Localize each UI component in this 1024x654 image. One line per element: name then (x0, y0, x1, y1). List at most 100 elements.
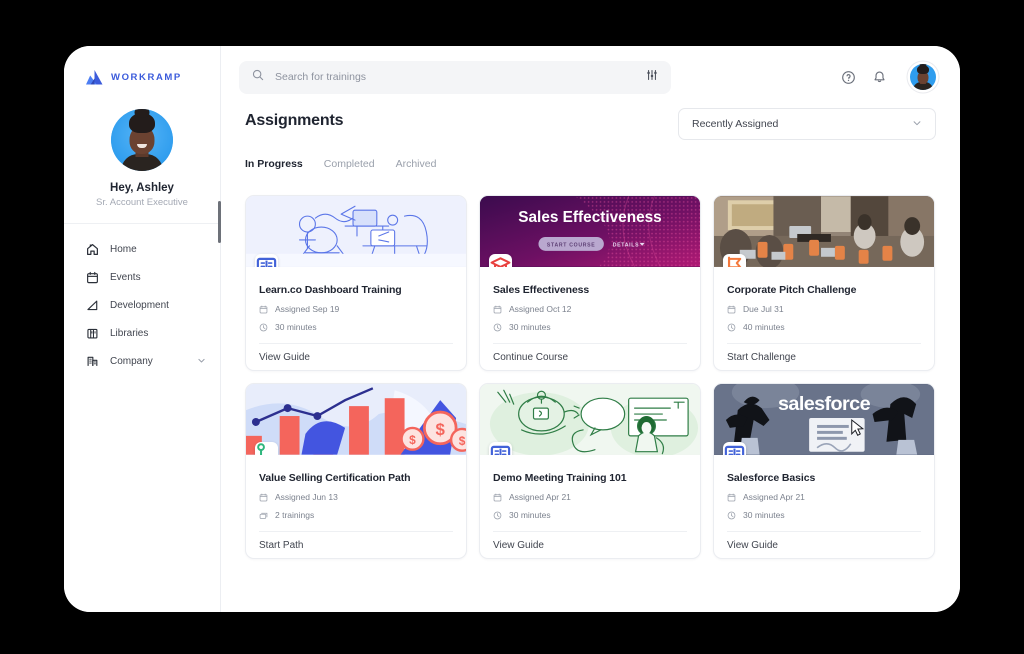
content-area: Assignments Recently Assigned In Progres… (221, 108, 960, 612)
sort-dropdown[interactable]: Recently Assigned (678, 108, 936, 140)
tab-completed[interactable]: Completed (324, 158, 375, 173)
calendar-icon (85, 271, 99, 285)
card-date-label: Assigned Apr 21 (509, 492, 571, 502)
assignment-card[interactable]: $ $ $ Value Selling Certification Path A… (245, 383, 467, 559)
bell-icon[interactable] (871, 69, 888, 86)
card-duration-label: 40 minutes (743, 322, 785, 332)
card-title: Learn.co Dashboard Training (259, 284, 402, 296)
sidebar-item-events[interactable]: Events (64, 265, 220, 290)
sidebar-item-libraries[interactable]: Libraries (64, 321, 220, 346)
card-thumbnail (246, 196, 466, 267)
card-action-link[interactable]: Start Path (259, 531, 453, 558)
brand-logo[interactable]: WORKRAMP (64, 46, 220, 86)
sidebar-scrollbar-thumb[interactable] (218, 201, 221, 243)
card-duration: 2 trainings (259, 510, 453, 520)
card-date-label: Assigned Sep 19 (275, 304, 340, 314)
tab-archived[interactable]: Archived (396, 158, 437, 173)
development-ramp-icon (85, 299, 99, 313)
search-input[interactable]: Search for trainings (239, 60, 671, 94)
illustration-green-meeting (480, 384, 700, 455)
assignment-calendar-icon (493, 305, 502, 314)
help-question-circle-icon[interactable] (840, 69, 857, 86)
sidebar-nav: Home Events Development Libraries Compan… (64, 224, 220, 377)
card-body: Learn.co Dashboard Training Assigned Sep… (246, 267, 466, 332)
card-thumbnail (714, 196, 934, 267)
card-date: Assigned Oct 12 (493, 304, 687, 314)
photo-conference-room (714, 196, 934, 267)
assignment-calendar-icon (727, 493, 736, 502)
filter-sliders-icon[interactable] (646, 68, 658, 86)
card-duration: 30 minutes (493, 322, 687, 332)
sidebar-item-label: Development (110, 300, 169, 311)
card-title: Salesforce Basics (727, 472, 816, 484)
main-area: Search for trainings Assignments Recentl… (221, 46, 960, 612)
card-date: Assigned Jun 13 (259, 492, 453, 502)
screenshot-stage: WORKRAMP Hey, Ashley Sr. Account Executi… (0, 0, 1024, 654)
sidebar-item-home[interactable]: Home (64, 237, 220, 262)
card-action-link[interactable]: View Guide (727, 531, 921, 558)
card-action-link[interactable]: View Guide (259, 343, 453, 370)
assignment-card[interactable]: Learn.co Dashboard Training Assigned Sep… (245, 195, 467, 371)
card-type-badge (723, 254, 746, 267)
assignment-calendar-icon (259, 493, 268, 502)
workramp-triangle-logo-icon (85, 69, 104, 86)
card-action-link[interactable]: Continue Course (493, 343, 687, 370)
purple-course-hero: Sales Effectiveness START COURSE DETAILS (480, 196, 700, 267)
sidebar-item-label: Events (110, 272, 141, 283)
trainings-stack-icon (259, 511, 268, 520)
chevron-down-icon (912, 118, 922, 131)
sidebar-item-company[interactable]: Company (64, 349, 220, 374)
card-date: Assigned Apr 21 (493, 492, 687, 502)
page-title: Assignments (245, 112, 344, 129)
sidebar-item-development[interactable]: Development (64, 293, 220, 318)
assignment-card[interactable]: Corporate Pitch Challenge Due Jul 31 40 … (713, 195, 935, 371)
svg-text:$: $ (459, 434, 466, 448)
tab-in-progress[interactable]: In Progress (245, 158, 303, 173)
user-avatar[interactable] (111, 109, 173, 171)
card-title: Value Selling Certification Path (259, 472, 411, 484)
card-duration: 30 minutes (259, 322, 453, 332)
assignment-card[interactable]: salesforce Salesforce Basics Assigned Ap… (713, 383, 935, 559)
assignment-calendar-icon (259, 305, 268, 314)
card-duration-label: 30 minutes (509, 510, 551, 520)
assignments-grid: Learn.co Dashboard Training Assigned Sep… (245, 195, 936, 559)
home-icon (85, 243, 99, 257)
brand-name: WORKRAMP (111, 72, 182, 83)
chevron-down-icon[interactable] (197, 356, 206, 368)
card-body: Demo Meeting Training 101 Assigned Apr 2… (480, 455, 700, 520)
svg-text:$: $ (436, 420, 446, 439)
salesforce-slate: salesforce (714, 384, 934, 455)
card-action-link[interactable]: Start Challenge (727, 343, 921, 370)
sidebar-item-label: Company (110, 356, 153, 367)
card-duration-label: 2 trainings (275, 510, 315, 520)
card-title: Corporate Pitch Challenge (727, 284, 857, 296)
card-body: Salesforce Basics Assigned Apr 21 30 min… (714, 455, 934, 520)
assignment-calendar-icon (727, 305, 736, 314)
svg-text:salesforce: salesforce (778, 393, 871, 415)
card-title: Demo Meeting Training 101 (493, 472, 627, 484)
card-thumbnail: Sales Effectiveness START COURSE DETAILS (480, 196, 700, 267)
clock-icon (493, 511, 502, 520)
card-action-link[interactable]: View Guide (493, 531, 687, 558)
tab-bar: In Progress Completed Archived (245, 158, 936, 173)
svg-text:START COURSE: START COURSE (547, 242, 596, 248)
company-building-icon (85, 355, 99, 369)
clock-icon (493, 323, 502, 332)
card-type-badge (723, 442, 746, 455)
books-library-icon (85, 327, 99, 341)
card-thumbnail: salesforce (714, 384, 934, 455)
card-duration-label: 30 minutes (743, 510, 785, 520)
clock-icon (727, 323, 736, 332)
card-type-badge (489, 442, 512, 455)
illustration-blue-desk (246, 196, 466, 267)
card-duration: 30 minutes (493, 510, 687, 520)
svg-text:$: $ (409, 433, 416, 447)
user-avatar-small[interactable] (910, 64, 936, 90)
sidebar-item-label: Libraries (110, 328, 149, 339)
assignment-calendar-icon (493, 493, 502, 502)
card-duration-label: 30 minutes (275, 322, 317, 332)
card-body: Sales Effectiveness Assigned Oct 12 30 m… (480, 267, 700, 332)
assignment-card[interactable]: Sales Effectiveness START COURSE DETAILS (479, 195, 701, 371)
card-type-badge (489, 254, 512, 267)
assignment-card[interactable]: Demo Meeting Training 101 Assigned Apr 2… (479, 383, 701, 559)
